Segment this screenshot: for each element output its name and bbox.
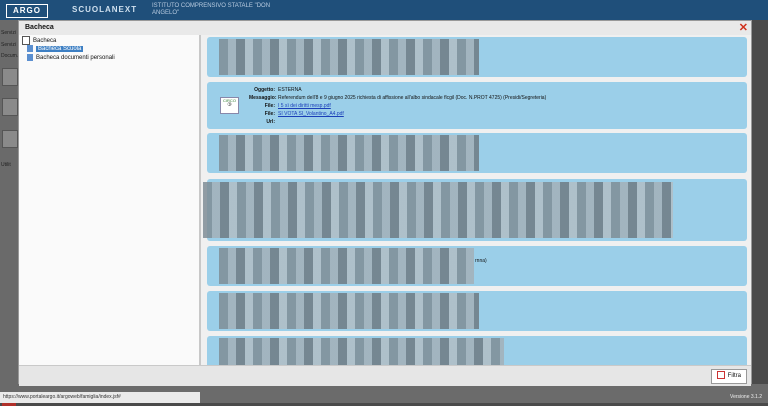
bg-side-label: Utilit bbox=[1, 162, 11, 168]
status-url: https://www.portaleargo.it/argoweb/famig… bbox=[0, 392, 200, 403]
field-label: Messaggio: bbox=[249, 95, 277, 101]
tree-item-label: Bacheca Scuola bbox=[36, 46, 84, 53]
version-label: Versione 3.1.2 bbox=[730, 394, 762, 400]
filter-label: Filtra bbox=[727, 373, 741, 379]
redacted-content bbox=[219, 248, 474, 284]
messaggio-value: Referendum dell'8 e 9 giugno 2025 richie… bbox=[278, 95, 547, 101]
message-card[interactable]: CIRCO ③ Oggetto: ESTERNA Messaggio:Referen… bbox=[207, 82, 747, 129]
redacted-content bbox=[203, 182, 673, 238]
message-card[interactable] bbox=[207, 336, 747, 365]
field-url: Url: bbox=[249, 119, 278, 125]
message-card[interactable] bbox=[203, 179, 747, 241]
close-icon[interactable]: ✕ bbox=[739, 21, 748, 34]
message-list: CIRCO ③ Oggetto: ESTERNA Messaggio:Referen… bbox=[201, 35, 751, 365]
dialog-footer: Filtra bbox=[19, 365, 751, 386]
field-messaggio: Messaggio:Referendum dell'8 e 9 giugno 2… bbox=[249, 95, 546, 101]
bg-side-label: Servizi bbox=[1, 30, 17, 36]
bg-side-label: Servizi bbox=[1, 42, 17, 48]
document-icon bbox=[27, 54, 33, 61]
tree-item-documenti-personali[interactable]: Bacheca documenti personali bbox=[27, 54, 115, 61]
message-card[interactable] bbox=[207, 37, 747, 77]
tree-item-bacheca-scuola[interactable]: Bacheca Scuola bbox=[27, 45, 84, 53]
redacted-content bbox=[219, 39, 479, 75]
field-file: File: SI VOTA SI_Volantino_A4.pdf bbox=[249, 111, 344, 117]
tree-root[interactable]: Bacheca bbox=[22, 36, 56, 45]
filter-button[interactable]: Filtra bbox=[710, 369, 747, 384]
message-card[interactable] bbox=[207, 291, 747, 331]
field-file: File: I 5 sì dei diritti mesp.pdf bbox=[249, 103, 331, 109]
background-sidebar: Servizi Servizi Docum. Utilit bbox=[0, 20, 19, 406]
scuolanext-logo: SCUOLANEXT bbox=[72, 5, 138, 14]
circular-icon: CIRCO ③ bbox=[220, 97, 239, 114]
grid-icon bbox=[2, 68, 18, 86]
app-header: ARGO SCUOLANEXT ISTITUTO COMPRENSIVO STA… bbox=[0, 0, 768, 20]
field-label: Url: bbox=[266, 119, 275, 125]
tree-item-label: Bacheca documenti personali bbox=[36, 55, 115, 62]
message-card[interactable] bbox=[207, 133, 747, 173]
tree-root-label: Bacheca bbox=[33, 38, 57, 45]
field-label: Oggetto: bbox=[254, 87, 275, 93]
redacted-content bbox=[219, 293, 479, 329]
field-label: File: bbox=[264, 103, 275, 109]
document-icon bbox=[2, 98, 18, 116]
folder-icon bbox=[2, 130, 18, 148]
attachment-link[interactable]: I 5 sì dei diritti mesp.pdf bbox=[278, 103, 331, 109]
redacted-content bbox=[219, 338, 504, 365]
bacheca-tree: Bacheca Bacheca Scuola Bacheca documenti… bbox=[19, 35, 201, 365]
dialog-title: Bacheca bbox=[25, 24, 54, 31]
message-card[interactable]: rnna) bbox=[207, 246, 747, 286]
field-oggetto: Oggetto: ESTERNA bbox=[249, 87, 302, 93]
redacted-content bbox=[219, 135, 479, 171]
argo-logo: ARGO bbox=[6, 4, 48, 18]
filter-icon bbox=[716, 371, 725, 380]
tree-root-icon bbox=[22, 36, 30, 45]
field-label: File: bbox=[264, 111, 275, 117]
bg-side-label: Docum. bbox=[1, 53, 19, 59]
attachment-link[interactable]: SI VOTA SI_Volantino_A4.pdf bbox=[278, 111, 344, 117]
document-icon bbox=[27, 45, 33, 52]
dialog-titlebar: Bacheca ✕ bbox=[19, 21, 751, 36]
school-name: ISTITUTO COMPRENSIVO STATALE "DON ANGELO… bbox=[152, 3, 271, 16]
bacheca-dialog: Bacheca ✕ Bacheca Bacheca Scuola Bacheca… bbox=[18, 20, 752, 386]
message-fragment: rnna) bbox=[475, 258, 487, 264]
oggetto-value: ESTERNA bbox=[278, 87, 302, 93]
